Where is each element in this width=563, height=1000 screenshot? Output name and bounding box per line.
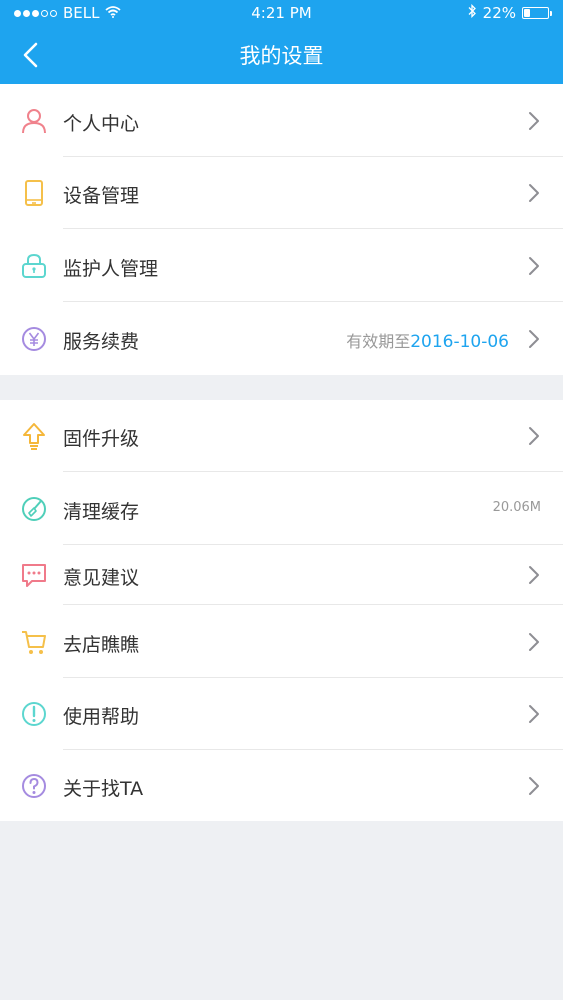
row-chevron bbox=[527, 328, 541, 350]
settings-row[interactable]: 使用帮助 bbox=[0, 678, 563, 750]
settings-row[interactable]: 意见建议 bbox=[0, 545, 563, 605]
row-chevron bbox=[527, 631, 541, 653]
upgrade-arrow-icon bbox=[20, 422, 48, 450]
cart-icon bbox=[20, 628, 48, 656]
question-icon bbox=[20, 772, 48, 800]
settings-row[interactable]: 去店瞧瞧 bbox=[0, 605, 563, 678]
expiry-date: 2016-10-06 bbox=[410, 331, 509, 352]
settings-row-label: 清理缓存 bbox=[63, 500, 140, 523]
settings-row-label: 监护人管理 bbox=[63, 257, 159, 280]
expiry-text: 有效期至2016-10-06 bbox=[346, 328, 509, 352]
settings-row[interactable]: 关于找TA bbox=[0, 750, 563, 821]
settings-group-account: 个人中心设备管理监护人管理服务续费 有效期至2016-10-06 bbox=[0, 84, 563, 375]
settings-row-label: 意见建议 bbox=[63, 567, 140, 589]
settings-row[interactable]: 服务续费 有效期至2016-10-06 bbox=[0, 302, 563, 375]
yen-icon bbox=[20, 325, 48, 353]
person-icon bbox=[20, 107, 48, 135]
settings-row-label: 设备管理 bbox=[63, 185, 140, 207]
settings-row-label: 服务续费 bbox=[63, 330, 140, 353]
row-chevron bbox=[527, 703, 541, 725]
row-chevron bbox=[527, 564, 541, 586]
battery-percent: 22% bbox=[482, 4, 516, 22]
row-chevron bbox=[527, 775, 541, 797]
broom-icon bbox=[20, 495, 48, 523]
chevron-right-icon bbox=[529, 705, 539, 723]
settings-row[interactable]: 设备管理 bbox=[0, 157, 563, 229]
phone-icon bbox=[20, 179, 48, 207]
chevron-right-icon bbox=[529, 427, 539, 445]
settings-row[interactable]: 监护人管理 bbox=[0, 229, 563, 302]
chevron-right-icon bbox=[529, 632, 539, 651]
bluetooth-icon bbox=[467, 3, 477, 22]
settings-row-label: 固件升级 bbox=[63, 428, 140, 450]
cache-size: 20.06M bbox=[492, 499, 541, 515]
settings-row[interactable]: 个人中心 bbox=[0, 84, 563, 157]
nav-bar: 我的设置 bbox=[0, 26, 563, 84]
chevron-right-icon bbox=[529, 329, 539, 348]
settings-row-label: 使用帮助 bbox=[63, 706, 140, 728]
settings-row-label: 去店瞧瞧 bbox=[63, 633, 140, 656]
top-header: BELL 4:21 PM 22% 我的设置 bbox=[0, 0, 563, 84]
settings-row[interactable]: 固件升级 bbox=[0, 400, 563, 472]
chevron-right-icon bbox=[529, 111, 539, 130]
chat-bubble-icon bbox=[20, 561, 48, 589]
status-bar: BELL 4:21 PM 22% bbox=[0, 0, 563, 26]
settings-row-label: 个人中心 bbox=[63, 112, 140, 135]
row-chevron bbox=[527, 182, 541, 204]
row-chevron bbox=[527, 255, 541, 277]
settings-row[interactable]: 清理缓存 20.06M bbox=[0, 472, 563, 545]
row-chevron bbox=[527, 110, 541, 132]
expiry-prefix: 有效期至 bbox=[346, 331, 411, 351]
chevron-right-icon bbox=[529, 256, 539, 275]
settings-row-label: 关于找TA bbox=[63, 777, 144, 800]
status-right: 22% bbox=[467, 3, 552, 22]
settings-group-app: 固件升级清理缓存 20.06M 意见建议去店瞧瞧使用帮助关于找TA bbox=[0, 400, 563, 821]
battery-fill bbox=[524, 9, 530, 17]
chevron-right-icon bbox=[529, 776, 539, 795]
battery-icon bbox=[522, 7, 552, 19]
row-chevron bbox=[527, 425, 541, 447]
chevron-right-icon bbox=[529, 184, 539, 202]
chevron-right-icon bbox=[529, 566, 539, 584]
exclamation-icon bbox=[20, 700, 48, 728]
page-title: 我的设置 bbox=[239, 44, 324, 68]
lock-icon bbox=[20, 252, 48, 280]
